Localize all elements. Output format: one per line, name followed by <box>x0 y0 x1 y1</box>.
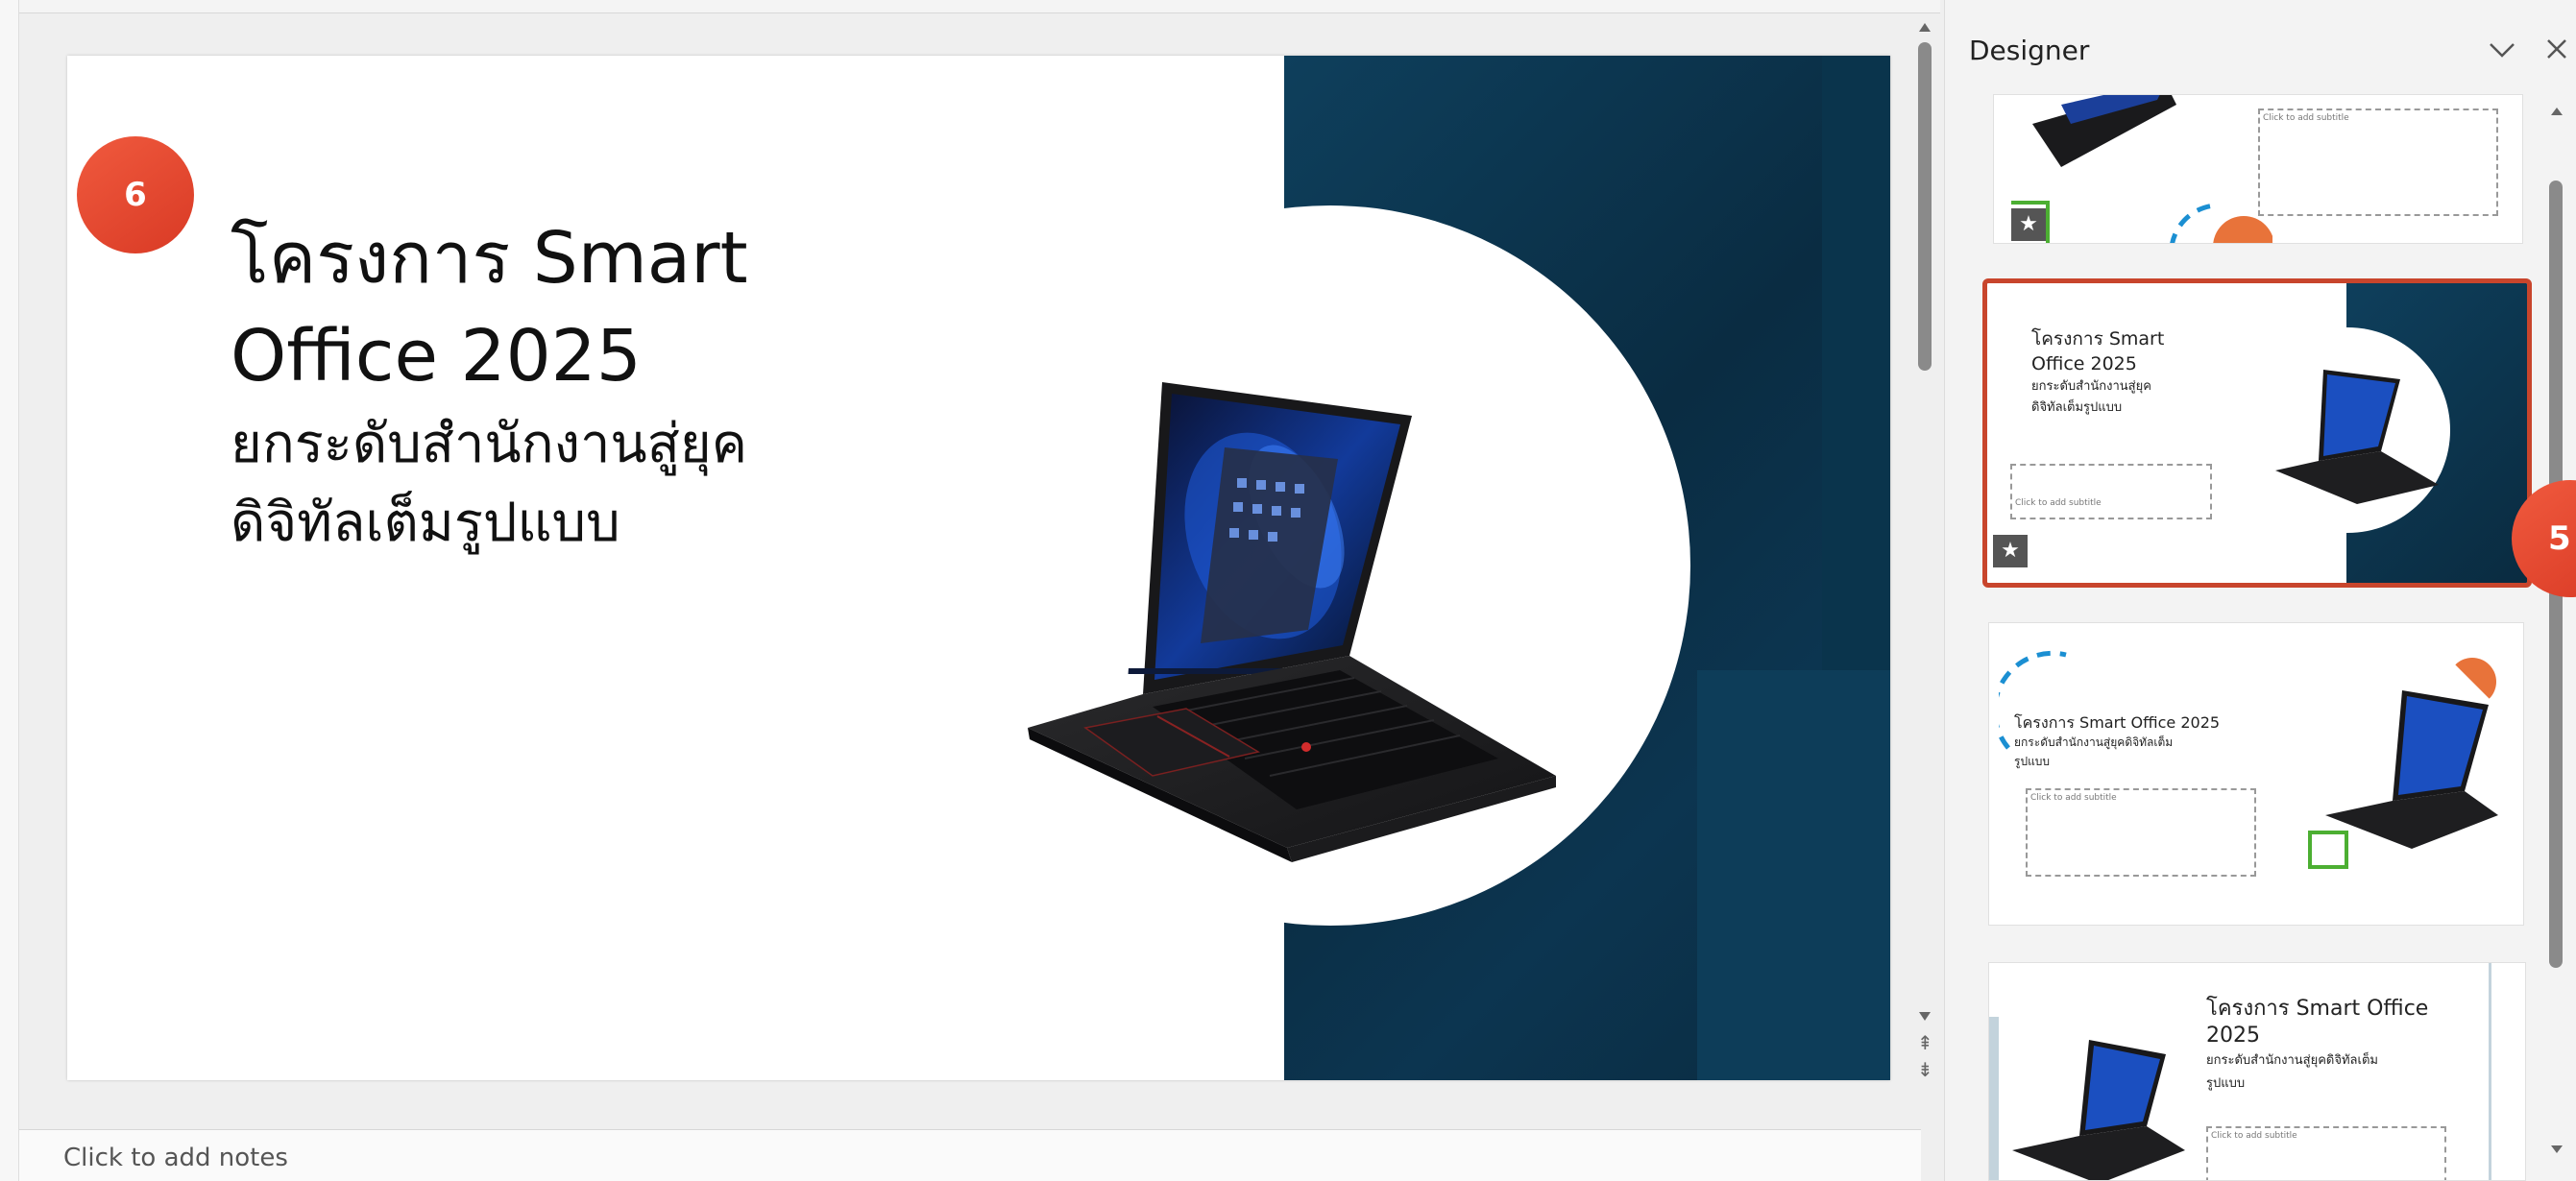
close-icon[interactable] <box>2538 31 2576 69</box>
card-subtitle-line-2: รูปแบบ <box>2014 755 2051 768</box>
design-idea-4[interactable]: โครงการ Smart Office 2025 ยกระดับสำนักงา… <box>1988 962 2526 1181</box>
slide-canvas[interactable]: โครงการ Smart Office 2025 ยกระดับสำนักงา… <box>67 56 1890 1080</box>
subtitle-line-2: ดิจิทัลเต็มรูปแบบ <box>231 492 620 554</box>
card-subtitle-line-1: ยกระดับสำนักงานสู่ยุค <box>2031 379 2151 394</box>
step-badge-6: 6 <box>77 136 194 253</box>
card-title-line-1: โครงการ Smart <box>2031 328 2165 349</box>
powerpoint-window: โครงการ Smart Office 2025 ยกระดับสำนักงา… <box>0 0 2576 1181</box>
design-idea-1[interactable]: Click to add subtitle ★ <box>1993 94 2523 244</box>
card-title-line-2: Office 2025 <box>2031 353 2137 374</box>
card-title: โครงการ Smart Office 2025 ยกระดับสำนักงา… <box>2031 326 2164 419</box>
subtitle-placeholder: Click to add subtitle <box>2026 788 2256 877</box>
card-subtitle-line-2: รูปแบบ <box>2206 1076 2246 1091</box>
design-idea-2-selected[interactable]: โครงการ Smart Office 2025 ยกระดับสำนักงา… <box>1982 278 2532 588</box>
designer-title: Designer <box>1969 35 2090 66</box>
decor-shapes <box>2170 203 2272 243</box>
laptop-thumbnail <box>2012 1040 2185 1180</box>
green-square-decor <box>2308 831 2348 869</box>
subtitle-placeholder: Click to add subtitle <box>2010 464 2212 519</box>
card-accent-bar <box>1989 1017 1999 1180</box>
star-icon: ★ <box>2011 208 2046 241</box>
slide-title-placeholder[interactable]: โครงการ Smart Office 2025 ยกระดับสำนักงา… <box>231 209 960 563</box>
card-title: โครงการ Smart Office 2025 ยกระดับสำนักงา… <box>2014 713 2302 771</box>
scroll-down-arrow-icon[interactable] <box>1919 1012 1931 1021</box>
next-slide-icon[interactable]: ⇟ <box>1917 1058 1933 1081</box>
card-subtitle-line-2: ดิจิทัลเต็มรูปแบบ <box>2031 400 2123 415</box>
notes-placeholder[interactable]: Click to add notes <box>63 1144 288 1172</box>
slide-scrollbar[interactable]: ⇞ ⇟ <box>1909 13 1940 1127</box>
previous-slide-icon[interactable]: ⇞ <box>1917 1031 1933 1054</box>
slide-editor: โครงการ Smart Office 2025 ยกระดับสำนักงา… <box>0 0 1940 1181</box>
card-title: โครงการ Smart Office 2025 ยกระดับสำนักงา… <box>2206 996 2494 1096</box>
scrollbar-thumb[interactable] <box>1918 42 1932 371</box>
laptop-thumbnail <box>2325 690 2498 849</box>
chevron-down-icon[interactable] <box>2483 31 2521 69</box>
subtitle-placeholder: Click to add subtitle <box>2258 108 2498 216</box>
star-icon: ★ <box>1993 535 2028 567</box>
ribbon-edge <box>19 0 1940 13</box>
title-line-1: โครงการ Smart <box>231 217 748 300</box>
laptop-thumbnail <box>2032 95 2176 167</box>
designer-scrollbar[interactable] <box>2542 94 2571 1181</box>
laptop-picture[interactable] <box>1018 325 1652 862</box>
background-block <box>1697 670 1890 1080</box>
title-line-2: Office 2025 <box>231 315 642 398</box>
scroll-up-arrow-icon[interactable] <box>2551 108 2563 115</box>
subtitle-placeholder: Click to add subtitle <box>2206 1126 2446 1180</box>
card-title-line-2: 2025 <box>2206 1024 2260 1048</box>
laptop-thumbnail <box>2275 370 2439 504</box>
designer-header: Designer <box>1945 0 2576 94</box>
card-title-line-1: โครงการ Smart Office 2025 <box>2014 713 2221 732</box>
card-title-line-1: โครงการ Smart Office <box>2206 997 2429 1021</box>
design-idea-3[interactable]: โครงการ Smart Office 2025 ยกระดับสำนักงา… <box>1988 622 2524 926</box>
thumbnail-pane-edge[interactable] <box>0 0 19 1181</box>
notes-pane[interactable]: Click to add notes <box>19 1129 1921 1181</box>
card-subtitle-line-1: ยกระดับสำนักงานสู่ยุคดิจิทัลเต็ม <box>2014 735 2174 749</box>
scroll-up-arrow-icon[interactable] <box>1919 23 1931 32</box>
scroll-down-arrow-icon[interactable] <box>2551 1145 2563 1153</box>
card-subtitle-line-1: ยกระดับสำนักงานสู่ยุคดิจิทัลเต็ม <box>2206 1053 2378 1068</box>
designer-pane: Designer Click to add subtitle ★ โครงการ… <box>1944 0 2576 1181</box>
subtitle-line-1: ยกระดับสำนักงานสู่ยุค <box>231 413 748 475</box>
